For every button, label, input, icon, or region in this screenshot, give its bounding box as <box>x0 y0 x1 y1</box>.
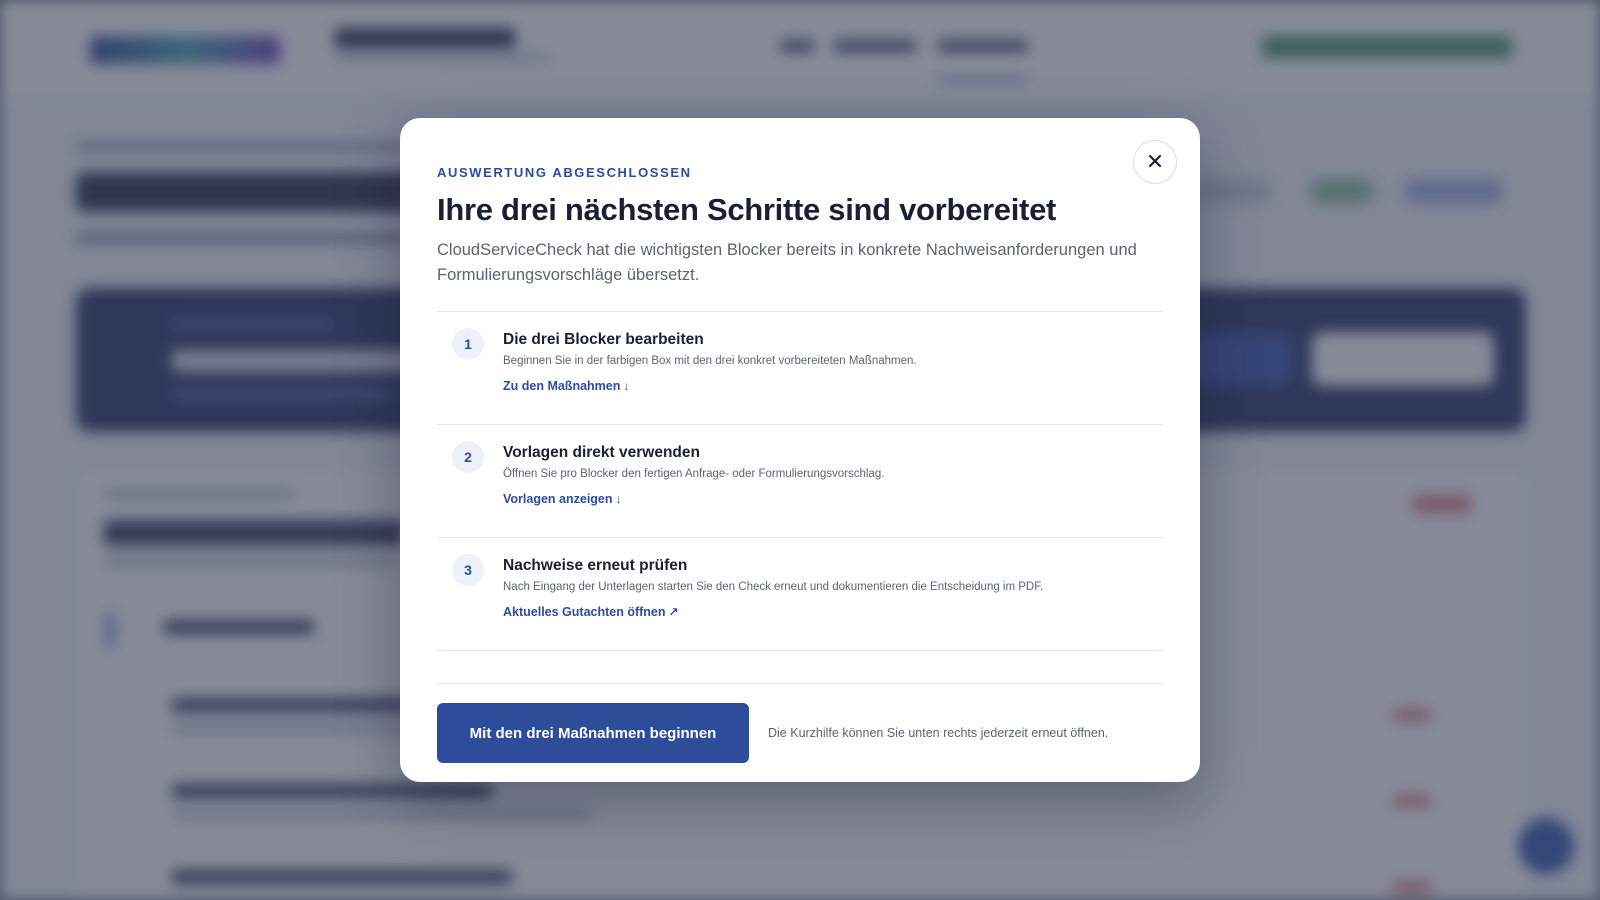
step-number: 3 <box>452 554 484 586</box>
step-title: Die drei Blocker bearbeiten <box>503 331 704 348</box>
arrow-down-icon: ↓ <box>615 492 622 506</box>
dialog-intro: CloudServiceCheck hat die wichtigsten Bl… <box>437 241 1137 284</box>
step-number: 1 <box>452 328 484 360</box>
step-link-label: Vorlagen anzeigen <box>503 492 613 506</box>
step-description: Beginnen Sie in der farbigen Box mit den… <box>503 355 917 367</box>
dialog-title: Ihre drei nächsten Schritte sind vorbere… <box>437 192 1057 227</box>
dialog-eyebrow: AUSWERTUNG ABGESCHLOSSEN <box>437 165 692 180</box>
step-link-label: Zu den Maßnahmen <box>503 379 621 393</box>
step-title: Nachweise erneut prüfen <box>503 557 688 574</box>
step-description: Öffnen Sie pro Blocker den fertigen Anfr… <box>503 468 885 480</box>
step-description: Nach Eingang der Unterlagen starten Sie … <box>503 581 1044 593</box>
show-templates-link[interactable]: Vorlagen anzeigen ↓ <box>503 491 622 507</box>
start-measures-button[interactable]: Mit den drei Maßnahmen beginnen <box>437 703 749 763</box>
close-button[interactable] <box>1133 140 1177 184</box>
step-link-label: Aktuelles Gutachten öffnen <box>503 605 666 619</box>
external-link-icon: ↗ <box>668 605 679 619</box>
steps-list: 1 Die drei Blocker bearbeiten Beginnen S… <box>437 311 1163 651</box>
step-item: 1 Die drei Blocker bearbeiten Beginnen S… <box>437 312 1163 425</box>
open-report-link[interactable]: Aktuelles Gutachten öffnen ↗ <box>503 604 679 620</box>
step-title: Vorlagen direkt verwenden <box>503 444 700 461</box>
go-to-measures-link[interactable]: Zu den Maßnahmen ↓ <box>503 378 629 394</box>
close-icon <box>1148 154 1162 171</box>
step-item: 3 Nachweise erneut prüfen Nach Eingang d… <box>437 538 1163 651</box>
step-number: 2 <box>452 441 484 473</box>
footer-note: Die Kurzhilfe können Sie unten rechts je… <box>768 726 1109 740</box>
next-steps-dialog: AUSWERTUNG ABGESCHLOSSEN Ihre drei nächs… <box>400 118 1200 782</box>
step-item: 2 Vorlagen direkt verwenden Öffnen Sie p… <box>437 425 1163 538</box>
arrow-down-icon: ↓ <box>623 379 630 393</box>
dialog-footer: Mit den drei Maßnahmen beginnen Die Kurz… <box>437 683 1163 763</box>
